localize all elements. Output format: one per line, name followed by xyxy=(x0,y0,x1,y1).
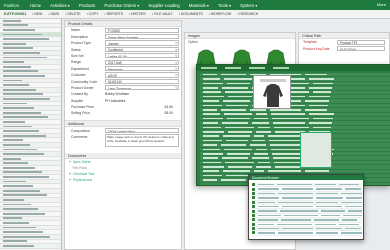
field-input[interactable]: P-00002 xyxy=(105,27,179,33)
file-icon xyxy=(252,218,255,222)
history-button[interactable]: HISTORY xyxy=(129,12,146,16)
field-dropdown[interactable]: Menswear xyxy=(105,65,179,72)
delete-button[interactable]: DELETE xyxy=(65,12,80,16)
template-label: Template xyxy=(303,40,317,45)
record-toolbar: E-ETP-000011 NEW SAVE DELETE COPY REPORT… xyxy=(0,10,390,19)
workflow-button[interactable]: WORKFLOW xyxy=(209,12,231,16)
add-icon: + xyxy=(69,171,71,176)
overlay-product-photo xyxy=(253,75,291,109)
field-dropdown[interactable]: ASOS xyxy=(105,72,179,78)
file-icon xyxy=(252,213,255,217)
new-button[interactable]: NEW xyxy=(32,12,42,16)
field-label: Selling Price xyxy=(71,111,90,116)
field-label: Description xyxy=(71,34,88,39)
nav-tools[interactable]: Tools ▾ xyxy=(218,3,231,8)
comments-label: Comments xyxy=(71,135,88,140)
nav-activities[interactable]: Activities ▾ xyxy=(50,3,70,8)
save-button[interactable]: SAVE xyxy=(48,12,59,16)
field-dropdown[interactable]: 2017 A/W xyxy=(105,59,179,65)
top-nav-bar: Fashion Home Activities ▾ Products Purch… xyxy=(0,0,390,10)
field-value: £8.00 xyxy=(164,111,174,116)
document-label: Chemical Test xyxy=(72,171,95,176)
field-label: Product Owner xyxy=(71,85,94,90)
file-icon xyxy=(252,200,255,204)
comments-textarea[interactable]: Make image look on-trend. Pls detail on … xyxy=(105,134,179,148)
overlay-body xyxy=(200,73,390,185)
nav-home[interactable]: Home xyxy=(30,3,41,8)
field-label: Customer xyxy=(71,73,86,78)
dialog-title: Document Browser xyxy=(249,175,363,180)
field-dropdown[interactable]: Confirmed xyxy=(105,46,179,52)
file-icon xyxy=(252,209,255,213)
document-item[interactable]: + Physical test xyxy=(65,177,181,183)
list-item[interactable] xyxy=(0,244,61,249)
document-label: Physical test xyxy=(72,177,93,182)
field-label: Commodity Code xyxy=(71,79,98,84)
field-dropdown[interactable]: Larry Thompson xyxy=(105,85,179,91)
file-icon xyxy=(252,187,255,191)
nav-materials[interactable]: Materials ▾ xyxy=(189,3,209,8)
sweater-icon xyxy=(263,84,283,107)
reports-button[interactable]: REPORTS xyxy=(104,12,123,16)
research-button[interactable]: RESEARCH xyxy=(237,12,258,16)
add-icon: + xyxy=(69,177,71,182)
app-logo: Fashion xyxy=(4,2,19,8)
file-icon xyxy=(252,191,255,195)
template-field[interactable]: Product TP1 xyxy=(337,39,385,45)
field-label: Size Set xyxy=(71,53,84,58)
nav-system[interactable]: System ▾ xyxy=(240,3,257,8)
file-icon xyxy=(252,231,255,235)
overlay-header xyxy=(197,65,390,71)
file-vault-button[interactable]: FILE VAULT xyxy=(152,12,173,16)
field-input[interactable]: 61101210 xyxy=(105,78,179,84)
overlay-window xyxy=(196,64,390,186)
record-list xyxy=(0,19,62,250)
field-label: Product Type xyxy=(71,41,91,46)
user-menu[interactable]: More xyxy=(377,2,386,7)
file-row[interactable] xyxy=(252,231,362,236)
field-label: Status xyxy=(71,47,81,52)
field-label: Range xyxy=(71,60,81,65)
field-label: Purchase Price xyxy=(71,105,94,110)
composition-label: Composition xyxy=(71,128,90,133)
nav-supplier-loading[interactable]: Supplier Loading xyxy=(148,3,179,8)
field-label: Supplier xyxy=(71,98,84,103)
key-date-field[interactable]: 01/07/2016 xyxy=(337,45,385,52)
add-icon: + xyxy=(69,159,71,164)
file-icon xyxy=(252,222,255,226)
nav-products[interactable]: Products xyxy=(79,3,96,8)
field-input[interactable]: Green Mens Sweater xyxy=(105,33,179,40)
composition-field[interactable]: 100% Lambs Wool xyxy=(105,128,179,134)
field-value: £4.60 xyxy=(164,105,174,110)
field-label: Department xyxy=(71,66,89,71)
field-dropdown[interactable]: Ladies (8-16) xyxy=(105,53,179,59)
nav-purchase-orders[interactable]: Purchase Orders ▾ xyxy=(104,3,139,8)
key-date-label: Product Key Date xyxy=(303,46,330,51)
documents-button[interactable]: DOCUMENTS xyxy=(179,12,203,16)
record-code: E-ETP-000011 xyxy=(4,12,27,16)
dialog-file-list xyxy=(252,183,363,236)
field-label: Created By xyxy=(71,92,88,97)
file-icon xyxy=(252,205,255,209)
field-value: PH Industries xyxy=(105,98,126,103)
copy-button[interactable]: COPY xyxy=(87,12,99,16)
file-icon xyxy=(252,183,255,187)
form-row: Selling Price £8.00 xyxy=(65,110,181,116)
file-icon xyxy=(252,227,255,231)
document-label: Spec Sheet xyxy=(72,159,91,164)
field-dropdown[interactable]: Jumper xyxy=(105,40,179,46)
file-icon xyxy=(252,196,255,200)
document-browser-dialog: Document Browser xyxy=(248,174,364,240)
document-label: Test Pack xyxy=(72,165,87,170)
field-value: Bobby Wrotham xyxy=(105,92,130,97)
field-label: Name xyxy=(71,28,81,33)
overlay-side-box xyxy=(300,132,332,168)
option-label: Option xyxy=(188,40,198,44)
product-details-panel: Product Details Name P-00002 Description Gr… xyxy=(64,20,182,250)
